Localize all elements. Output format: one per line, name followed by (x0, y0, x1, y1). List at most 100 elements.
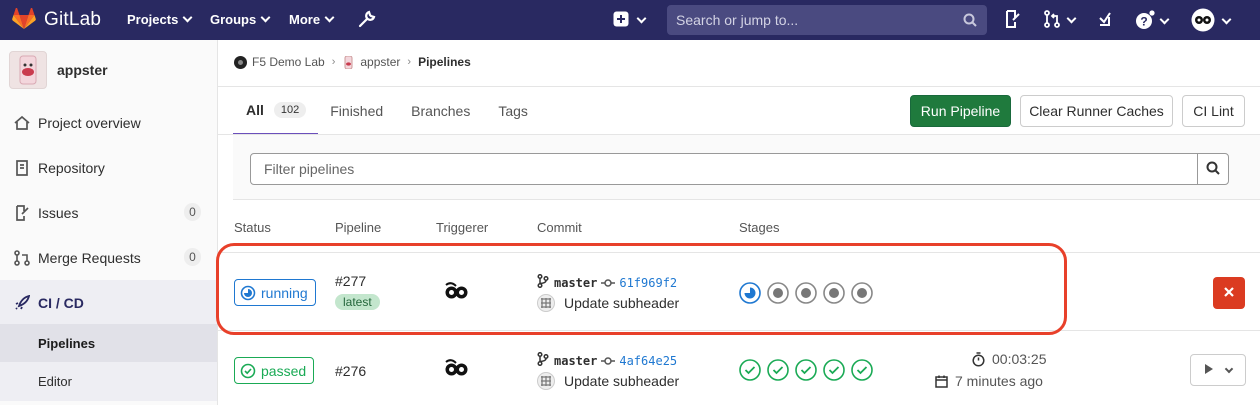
merge-requests-count-badge: 0 (184, 248, 201, 266)
merge-request-icon (1043, 10, 1061, 31)
sidebar-item-label: Issues (38, 204, 79, 221)
commit-icon (601, 356, 616, 366)
chevron-down-icon (1159, 14, 1170, 25)
chevron-right-icon: › (331, 56, 336, 68)
sidebar-item-repository[interactable]: Repository (0, 145, 217, 190)
stage-success-icon[interactable] (739, 359, 761, 381)
repository-icon (13, 159, 31, 177)
nav-help-dropdown[interactable]: ? (1135, 10, 1170, 33)
tab-label: Branches (411, 103, 471, 119)
nav-projects-dropdown[interactable]: Projects (127, 12, 193, 27)
group-avatar (234, 55, 247, 69)
chevron-down-icon (260, 12, 271, 23)
stage-success-icon[interactable] (767, 359, 789, 381)
sidebar-subitem-label: Editor (38, 374, 72, 389)
sidebar-subitem-editor[interactable]: Editor (0, 362, 217, 401)
breadcrumb: F5 Demo Lab › appster › Pipelines (234, 55, 471, 69)
chevron-down-icon (636, 13, 647, 24)
pipeline-finished-time: 7 minutes ago (935, 373, 1043, 389)
run-pipeline-button[interactable]: Run Pipeline (910, 95, 1011, 127)
pipeline-count-badge: 102 (273, 102, 307, 118)
user-menu-dropdown[interactable] (1191, 8, 1232, 35)
nav-todos-icon[interactable] (1099, 10, 1115, 26)
commit-sha-link[interactable]: 4af64e25 (619, 354, 677, 368)
tab-finished[interactable]: Finished (318, 87, 395, 135)
nav-more-dropdown[interactable]: More (289, 12, 335, 27)
rocket-icon (13, 294, 31, 312)
calendar-icon (935, 375, 948, 388)
filter-pipelines-input[interactable]: Filter pipelines (250, 153, 1198, 185)
commit-author-avatar[interactable] (537, 372, 555, 390)
merge-request-icon (13, 249, 31, 267)
tab-label: Finished (330, 103, 384, 119)
nav-more-label: More (289, 12, 321, 27)
top-navbar: GitLab Projects Groups More Search or ju… (0, 0, 1260, 40)
sidebar-subitem-label: Pipelines (38, 336, 96, 351)
sidebar-subitem-pipelines[interactable]: Pipelines (0, 324, 217, 363)
sidebar-item-project-overview[interactable]: Project overview (0, 100, 217, 145)
nav-groups-dropdown[interactable]: Groups (210, 12, 271, 27)
sidebar-item-label: CI / CD (38, 294, 84, 311)
column-header-triggerer: Triggerer (436, 220, 489, 235)
pipeline-duration: 00:03:25 (972, 351, 1047, 367)
nav-issues-icon[interactable] (1004, 10, 1020, 28)
sidebar-project-header[interactable]: appster (0, 40, 217, 100)
stage-success-icon[interactable] (851, 359, 873, 381)
filter-search-button[interactable] (1197, 153, 1229, 185)
filter-placeholder: Filter pipelines (264, 161, 355, 177)
nav-merge-requests-dropdown[interactable] (1043, 10, 1077, 31)
help-question-icon: ? (1135, 10, 1155, 33)
chevron-down-icon (182, 12, 193, 23)
home-icon (13, 114, 31, 132)
new-item-dropdown[interactable] (613, 11, 647, 30)
status-label: passed (261, 362, 307, 379)
project-avatar-small (342, 55, 355, 69)
clear-runner-caches-button[interactable]: Clear Runner Caches (1020, 95, 1173, 127)
finished-time-value: 7 minutes ago (955, 373, 1043, 389)
breadcrumb-current[interactable]: Pipelines (418, 55, 471, 69)
search-input[interactable]: Search or jump to... (667, 5, 987, 35)
status-passed-icon (240, 363, 256, 379)
breadcrumb-group-link[interactable]: F5 Demo Lab (252, 55, 325, 69)
commit-ref: master 4af64e25 (537, 351, 677, 369)
admin-wrench-icon[interactable] (358, 10, 376, 31)
gitlab-home-link[interactable]: GitLab (12, 6, 102, 33)
ci-lint-button[interactable]: CI Lint (1182, 95, 1245, 127)
chevron-down-icon (324, 12, 335, 23)
user-avatar (1191, 8, 1215, 35)
highlight-annotation (216, 243, 1067, 335)
sidebar-item-label: Repository (38, 159, 105, 176)
tab-all[interactable]: All 102 (233, 87, 319, 135)
tab-tags[interactable]: Tags (482, 87, 540, 135)
chevron-down-icon (1066, 13, 1077, 24)
gitlab-logo-icon (12, 6, 36, 33)
branch-name-link[interactable]: master (554, 354, 597, 368)
project-sidebar: appster Project overview Repository Issu… (0, 40, 218, 405)
column-header-pipeline: Pipeline (335, 220, 382, 235)
tab-branches[interactable]: Branches (395, 87, 482, 135)
manual-actions-dropdown[interactable] (1190, 354, 1246, 386)
svg-text:?: ? (1140, 15, 1147, 29)
chevron-down-icon (1224, 364, 1234, 373)
project-avatar (9, 51, 47, 89)
stage-success-icon[interactable] (823, 359, 845, 381)
stage-success-icon[interactable] (795, 359, 817, 381)
status-badge-passed[interactable]: passed (234, 357, 315, 384)
close-icon (1223, 285, 1235, 301)
tab-label: Tags (498, 103, 528, 119)
commit-title-link[interactable]: Update subheader (564, 373, 679, 389)
issues-icon (13, 204, 31, 222)
clock-icon (972, 351, 985, 367)
triggerer-avatar[interactable] (443, 356, 470, 383)
cancel-pipeline-button[interactable] (1213, 277, 1245, 309)
brand-name: GitLab (44, 9, 102, 30)
sidebar-item-issues[interactable]: Issues 0 (0, 190, 217, 235)
breadcrumb-project-link[interactable]: appster (360, 55, 400, 69)
plus-square-icon (613, 11, 629, 30)
sidebar-item-merge-requests[interactable]: Merge Requests 0 (0, 235, 217, 280)
sidebar-item-ci-cd[interactable]: CI / CD (0, 280, 217, 325)
pipeline-id-link[interactable]: #276 (335, 363, 366, 379)
nav-projects-label: Projects (127, 12, 179, 27)
search-icon (1206, 161, 1220, 178)
chevron-right-icon: › (407, 56, 412, 68)
